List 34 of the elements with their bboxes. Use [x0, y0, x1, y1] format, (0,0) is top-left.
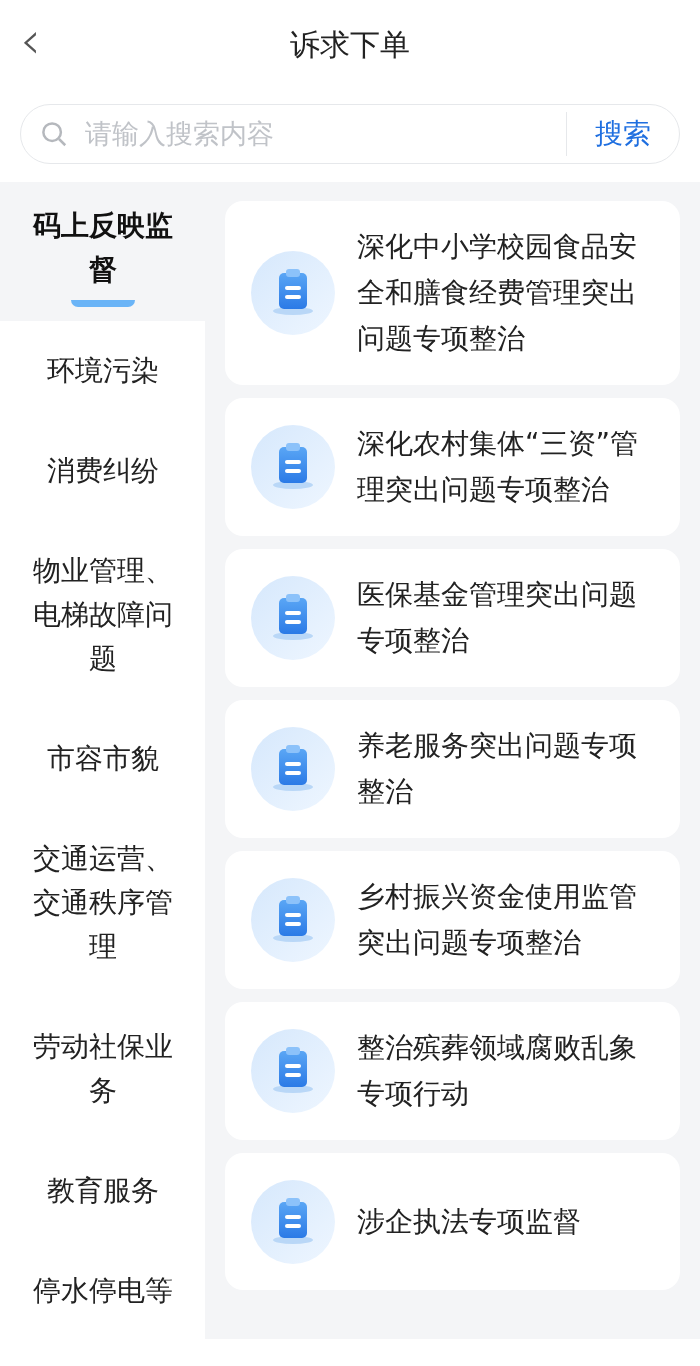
category-item[interactable]: 消费纠纷 — [0, 421, 205, 521]
category-item[interactable]: 交通运营、交通秩序管理 — [0, 809, 205, 997]
page-title: 诉求下单 — [290, 25, 410, 64]
category-item[interactable]: 环境污染 — [0, 321, 205, 421]
clipboard-icon — [251, 1179, 335, 1264]
category-item[interactable]: 市容市貌 — [0, 709, 205, 809]
topic-title: 乡村振兴资金使用监管突出问题专项整治 — [357, 879, 638, 961]
topic-title: 整治殡葬领域腐败乱象专项行动 — [357, 1030, 638, 1112]
topic-card[interactable]: 乡村振兴资金使用监管突出问题专项整治 — [225, 851, 680, 989]
clipboard-icon — [251, 251, 335, 335]
clipboard-icon — [251, 1029, 335, 1113]
clipboard-icon — [251, 727, 335, 811]
topic-title: 深化农村集体“三资”管理突出问题专项整治 — [357, 426, 639, 508]
topic-card[interactable]: 医保基金管理突出问题专项整治 — [225, 549, 680, 687]
topic-title: 涉企执法专项监督 — [357, 1203, 581, 1240]
topic-title: 深化中小学校园食品安全和膳食经费管理突出问题专项整治 — [357, 229, 638, 357]
clipboard-icon — [251, 425, 335, 509]
category-item[interactable]: 教育服务 — [0, 1141, 205, 1241]
category-item[interactable]: 劳动社保业务 — [0, 997, 205, 1141]
active-underline — [70, 300, 135, 307]
topic-title: 养老服务突出问题专项整治 — [357, 728, 638, 810]
topic-card[interactable]: 养老服务突出问题专项整治 — [225, 700, 680, 838]
topic-card[interactable]: 整治殡葬领域腐败乱象专项行动 — [225, 1002, 680, 1140]
topic-card[interactable]: 涉企执法专项监督 — [225, 1153, 680, 1290]
back-button[interactable]: ‹ — [20, 14, 41, 66]
clipboard-icon — [251, 576, 335, 660]
category-item[interactable]: 停水停电等 — [0, 1241, 205, 1339]
topic-title: 医保基金管理突出问题专项整治 — [357, 577, 638, 659]
topic-card[interactable]: 深化中小学校园食品安全和膳食经费管理突出问题专项整治 — [225, 201, 680, 385]
search-button[interactable]: 搜索 — [567, 113, 679, 155]
category-item[interactable]: 物业管理、电梯故障问题 — [0, 521, 205, 709]
search-icon — [39, 119, 69, 149]
clipboard-icon — [251, 878, 335, 962]
topic-card[interactable]: 深化农村集体“三资”管理突出问题专项整治 — [225, 398, 680, 536]
